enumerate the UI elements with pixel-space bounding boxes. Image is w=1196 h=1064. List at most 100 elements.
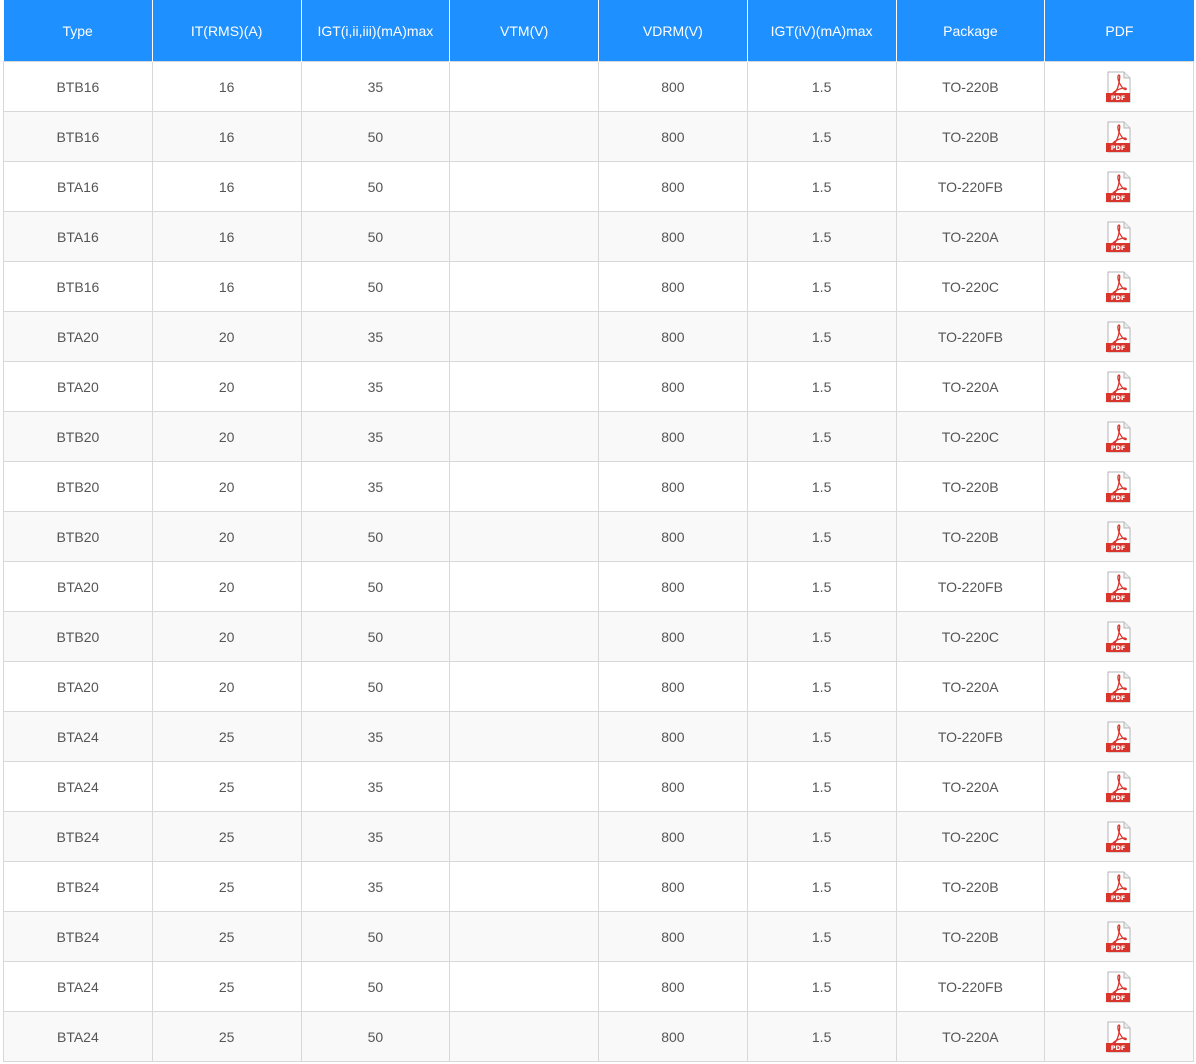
cell-type: BTA16 — [3, 211, 153, 262]
table-row: BTB20 20 50 800 1.5 TO-220B PDF — [3, 511, 1194, 562]
cell-vtm — [449, 111, 599, 162]
pdf-icon-label: PDF — [1111, 144, 1126, 152]
pdf-download-link[interactable]: PDF — [1106, 671, 1132, 703]
cell-vtm — [449, 161, 599, 212]
cell-vtm — [449, 961, 599, 1012]
table-row: BTB24 25 35 800 1.5 TO-220B PDF — [3, 861, 1194, 912]
cell-igt-iv: 1.5 — [746, 961, 897, 1012]
pdf-download-link[interactable]: PDF — [1106, 121, 1132, 153]
cell-package: TO-220FB — [895, 161, 1046, 212]
cell-igt-i-ii-iii: 50 — [300, 511, 451, 562]
cell-igt-iv: 1.5 — [746, 261, 897, 312]
pdf-download-link[interactable]: PDF — [1106, 221, 1132, 253]
cell-it-rms: 25 — [151, 811, 302, 862]
pdf-icon-label: PDF — [1111, 894, 1126, 902]
cell-it-rms: 20 — [151, 311, 302, 362]
cell-vdrm: 800 — [598, 711, 748, 762]
pdf-download-link[interactable]: PDF — [1106, 421, 1132, 453]
pdf-file-icon: PDF — [1106, 321, 1131, 352]
pdf-icon-label: PDF — [1111, 594, 1126, 602]
pdf-download-link[interactable]: PDF — [1106, 521, 1132, 553]
cell-package: TO-220FB — [895, 311, 1046, 362]
cell-vtm — [449, 511, 599, 562]
cell-vdrm: 800 — [598, 961, 748, 1012]
cell-vtm — [449, 61, 599, 112]
header-igt-i-ii-iii: IGT(i,ii,iii)(mA)max — [300, 0, 450, 62]
cell-type: BTB24 — [3, 911, 153, 962]
pdf-download-link[interactable]: PDF — [1106, 571, 1132, 603]
cell-vtm — [449, 461, 599, 512]
pdf-icon-label: PDF — [1111, 394, 1126, 402]
table-row: BTA24 25 50 800 1.5 TO-220FB PDF — [3, 961, 1194, 1012]
pdf-download-link[interactable]: PDF — [1106, 271, 1132, 303]
cell-vdrm: 800 — [598, 411, 748, 462]
cell-package: TO-220C — [895, 811, 1046, 862]
pdf-download-link[interactable]: PDF — [1106, 371, 1132, 403]
cell-package: TO-220A — [895, 361, 1046, 412]
table-row: BTB20 20 35 800 1.5 TO-220B PDF — [3, 461, 1194, 512]
table-row: BTB24 25 35 800 1.5 TO-220C PDF — [3, 811, 1194, 862]
table-row: BTB16 16 35 800 1.5 TO-220B PDF — [3, 61, 1194, 112]
cell-package: TO-220FB — [895, 961, 1046, 1012]
cell-vdrm: 800 — [598, 661, 748, 712]
cell-it-rms: 25 — [151, 1011, 302, 1062]
pdf-download-link[interactable]: PDF — [1106, 71, 1132, 103]
cell-vdrm: 800 — [598, 511, 748, 562]
cell-type: BTB24 — [3, 811, 153, 862]
pdf-file-icon: PDF — [1106, 771, 1131, 802]
product-table-container: Type IT(RMS)(A) IGT(i,ii,iii)(mA)max VTM… — [3, 0, 1194, 1062]
table-row: BTB16 16 50 800 1.5 TO-220B PDF — [3, 111, 1194, 162]
cell-igt-i-ii-iii: 50 — [300, 111, 451, 162]
cell-it-rms: 16 — [151, 211, 302, 262]
pdf-file-icon: PDF — [1106, 871, 1131, 902]
cell-vtm — [449, 661, 599, 712]
table-row: BTA24 25 35 800 1.5 TO-220A PDF — [3, 761, 1194, 812]
cell-igt-iv: 1.5 — [746, 61, 897, 112]
cell-vdrm: 800 — [598, 261, 748, 312]
pdf-download-link[interactable]: PDF — [1106, 621, 1132, 653]
cell-vdrm: 800 — [598, 561, 748, 612]
cell-igt-i-ii-iii: 35 — [300, 311, 451, 362]
table-row: BTA16 16 50 800 1.5 TO-220A PDF — [3, 211, 1194, 262]
pdf-download-link[interactable]: PDF — [1106, 1021, 1132, 1053]
product-table: Type IT(RMS)(A) IGT(i,ii,iii)(mA)max VTM… — [3, 0, 1194, 1062]
pdf-download-link[interactable]: PDF — [1106, 321, 1132, 353]
table-row: BTA20 20 50 800 1.5 TO-220FB PDF — [3, 561, 1194, 612]
cell-pdf: PDF — [1044, 911, 1194, 962]
pdf-download-link[interactable]: PDF — [1106, 171, 1132, 203]
pdf-download-link[interactable]: PDF — [1106, 871, 1132, 903]
table-row: BTA20 20 35 800 1.5 TO-220FB PDF — [3, 311, 1194, 362]
cell-vtm — [449, 361, 599, 412]
cell-type: BTA24 — [3, 961, 153, 1012]
pdf-file-icon: PDF — [1106, 1021, 1131, 1052]
pdf-file-icon: PDF — [1106, 121, 1131, 152]
header-vtm: VTM(V) — [449, 0, 599, 62]
cell-igt-iv: 1.5 — [746, 311, 897, 362]
cell-vtm — [449, 911, 599, 962]
cell-vtm — [449, 811, 599, 862]
pdf-download-link[interactable]: PDF — [1106, 971, 1132, 1003]
cell-it-rms: 16 — [151, 261, 302, 312]
pdf-download-link[interactable]: PDF — [1106, 721, 1132, 753]
cell-pdf: PDF — [1044, 811, 1194, 862]
cell-it-rms: 25 — [151, 911, 302, 962]
cell-pdf: PDF — [1044, 961, 1194, 1012]
pdf-download-link[interactable]: PDF — [1106, 821, 1132, 853]
cell-package: TO-220B — [895, 911, 1046, 962]
cell-package: TO-220FB — [895, 711, 1046, 762]
cell-igt-i-ii-iii: 50 — [300, 1011, 451, 1062]
pdf-download-link[interactable]: PDF — [1106, 471, 1132, 503]
table-row: BTB16 16 50 800 1.5 TO-220C PDF — [3, 261, 1194, 312]
pdf-download-link[interactable]: PDF — [1106, 771, 1132, 803]
pdf-download-link[interactable]: PDF — [1106, 921, 1132, 953]
cell-igt-i-ii-iii: 50 — [300, 261, 451, 312]
cell-igt-iv: 1.5 — [746, 211, 897, 262]
cell-igt-iv: 1.5 — [746, 611, 897, 662]
cell-igt-iv: 1.5 — [746, 711, 897, 762]
pdf-icon-label: PDF — [1111, 1044, 1126, 1052]
cell-it-rms: 25 — [151, 711, 302, 762]
cell-vtm — [449, 761, 599, 812]
cell-igt-iv: 1.5 — [746, 561, 897, 612]
cell-type: BTB20 — [3, 611, 153, 662]
cell-pdf: PDF — [1044, 761, 1194, 812]
